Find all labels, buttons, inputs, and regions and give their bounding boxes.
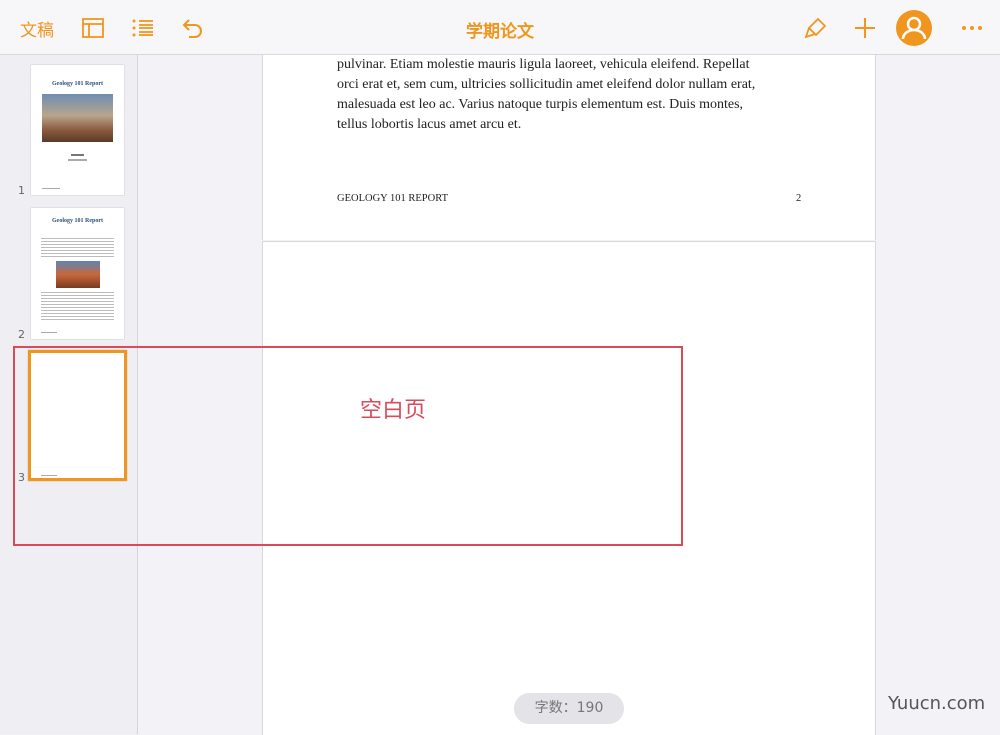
document-title: 学期论文: [466, 22, 534, 42]
toolbar: 文稿 学期论文: [0, 0, 1000, 55]
thumbnail-text-line: [71, 154, 84, 156]
thumbnail-heading: Geology 101 Report: [52, 218, 103, 224]
annotation-box: [13, 346, 683, 546]
text-line: tellus lobortis lacus amet arcu et.: [337, 117, 522, 132]
watermark: Yuucn.com: [888, 693, 986, 714]
page-thumbnail-1[interactable]: Geology 101 Report: [31, 65, 124, 195]
text-line: pulvinar. Etiam molestie mauris ligula l…: [337, 57, 750, 72]
page-number-label: 1: [18, 184, 25, 197]
more-icon[interactable]: [960, 16, 984, 40]
thumbnail-text-line: [68, 159, 87, 161]
page-number-label: 2: [18, 328, 25, 341]
canvas-right-margin: [876, 55, 1000, 734]
annotation-label: 空白页: [360, 398, 427, 423]
page-thumbnail-2[interactable]: Geology 101 Report: [31, 208, 124, 339]
page-2[interactable]: pulvinar. Etiam molestie mauris ligula l…: [262, 55, 876, 240]
collaborate-avatar-icon[interactable]: [896, 10, 932, 46]
text-line: malesuada est leo ac. Varius natoque tur…: [337, 97, 744, 112]
word-count-badge[interactable]: 字数：190: [514, 693, 624, 724]
thumbnail-footer-line: [41, 332, 57, 333]
page-footer-title: GEOLOGY 101 REPORT: [337, 193, 448, 204]
thumbnail-footer-line: [42, 188, 60, 189]
thumbnail-heading: Geology 101 Report: [52, 81, 103, 87]
page-body-text[interactable]: pulvinar. Etiam molestie mauris ligula l…: [337, 55, 777, 135]
thumbnail-photo: [42, 94, 113, 142]
format-brush-icon[interactable]: [804, 16, 828, 40]
add-icon[interactable]: [853, 16, 877, 40]
thumbnail-photo: [56, 261, 100, 288]
page-footer-number: 2: [796, 193, 802, 204]
thumbnail-text-block: [41, 292, 114, 322]
text-line: orci erat et, sem cum, ultricies sollici…: [337, 77, 756, 92]
thumbnail-text-block: [41, 238, 114, 258]
